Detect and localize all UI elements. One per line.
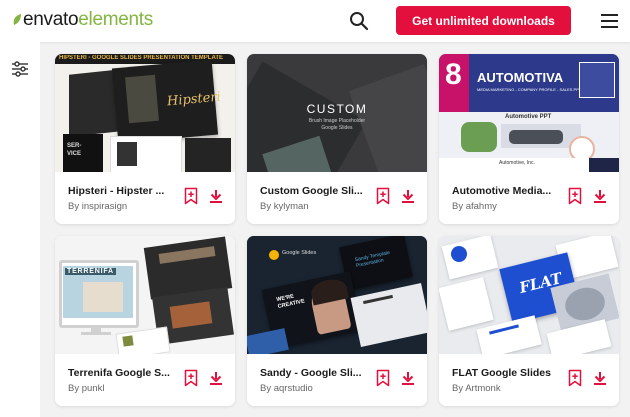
item-card-sandy[interactable]: Google Slides Sandy Template Presentatio… xyxy=(247,236,427,406)
download-icon[interactable] xyxy=(593,189,607,204)
download-icon[interactable] xyxy=(209,371,223,386)
thumb-small-text-2: Automotive, Inc. xyxy=(499,160,535,166)
download-icon[interactable] xyxy=(209,189,223,204)
bookmark-add-icon[interactable] xyxy=(376,369,390,387)
bookmark-add-icon[interactable] xyxy=(376,187,390,205)
card-author[interactable]: By punkl xyxy=(68,383,178,394)
card-author[interactable]: By Artmonk xyxy=(452,383,562,394)
bookmark-add-icon[interactable] xyxy=(568,187,582,205)
download-icon[interactable] xyxy=(593,371,607,386)
card-title[interactable]: Custom Google Sli... xyxy=(260,185,368,197)
filter-sliders-icon[interactable] xyxy=(11,60,29,78)
thumb-subtitle: MEDIA MARKETING - COMPANY PROFILE - SALE… xyxy=(477,87,582,92)
card-title[interactable]: Hipsteri - Hipster ... xyxy=(68,185,176,197)
logo-text-elements: elements xyxy=(78,9,153,30)
top-navbar: envato elements Get unlimited downloads xyxy=(0,0,630,42)
leaf-icon xyxy=(13,14,21,25)
card-author[interactable]: By kylyman xyxy=(260,201,370,212)
item-card-automotiva[interactable]: 8 AUTOMOTIVA MEDIA MARKETING - COMPANY P… xyxy=(439,54,619,224)
item-card-custom[interactable]: CUSTOM Brush Image Placeholder Google Sl… xyxy=(247,54,427,224)
card-author[interactable]: By inspirasign xyxy=(68,201,178,212)
thumb-subtitle-2: Google Slides xyxy=(321,125,353,131)
thumb-small-text: SER- VICE xyxy=(67,143,82,157)
item-thumbnail[interactable]: CUSTOM Brush Image Placeholder Google Sl… xyxy=(247,54,427,172)
card-title[interactable]: Sandy - Google Sli... xyxy=(260,367,368,379)
item-thumbnail[interactable]: HIPSTERI - GOOGLE SLIDES PRESENTATION TE… xyxy=(55,54,235,172)
item-thumbnail[interactable]: Google Slides Sandy Template Presentatio… xyxy=(247,236,427,354)
card-title[interactable]: Terrenifa Google S... xyxy=(68,367,176,379)
thumb-subtitle: Brush Image Placeholder xyxy=(308,118,366,124)
thumb-title-text: Google Slides xyxy=(282,250,317,256)
envato-elements-logo[interactable]: envato elements xyxy=(12,9,153,30)
thumb-title-text: TERRENIFA xyxy=(65,268,116,275)
logo-text-envato: envato xyxy=(23,9,79,30)
thumb-title-text: CUSTOM xyxy=(306,102,368,116)
card-author[interactable]: By afahmy xyxy=(452,201,562,212)
card-author[interactable]: By aqrstudio xyxy=(260,383,370,394)
left-sidebar xyxy=(0,42,40,417)
download-icon[interactable] xyxy=(401,189,415,204)
bookmark-add-icon[interactable] xyxy=(184,187,198,205)
thumb-small-text: Automotive PPT xyxy=(505,114,552,120)
item-thumbnail[interactable]: 8 AUTOMOTIVA MEDIA MARKETING - COMPANY P… xyxy=(439,54,619,172)
card-title[interactable]: FLAT Google Slides xyxy=(452,367,560,379)
item-thumbnail[interactable]: FLAT xyxy=(439,236,619,354)
bookmark-add-icon[interactable] xyxy=(568,369,582,387)
item-card-hipsteri[interactable]: HIPSTERI - GOOGLE SLIDES PRESENTATION TE… xyxy=(55,54,235,224)
get-unlimited-downloads-button[interactable]: Get unlimited downloads xyxy=(396,6,571,35)
hamburger-menu-icon[interactable] xyxy=(601,13,618,29)
thumb-title-text: AUTOMOTIVA xyxy=(477,70,564,85)
item-card-flat[interactable]: FLAT FLAT Google Slides By Artmonk xyxy=(439,236,619,406)
card-title[interactable]: Automotive Media... xyxy=(452,185,560,197)
search-icon[interactable] xyxy=(349,11,369,31)
bookmark-add-icon[interactable] xyxy=(184,369,198,387)
item-thumbnail[interactable]: TERRENIFA xyxy=(55,236,235,354)
google-slides-badge xyxy=(269,250,279,260)
item-card-terrenifa[interactable]: TERRENIFA Terrenifa Google S... By punkl xyxy=(55,236,235,406)
download-icon[interactable] xyxy=(401,371,415,386)
